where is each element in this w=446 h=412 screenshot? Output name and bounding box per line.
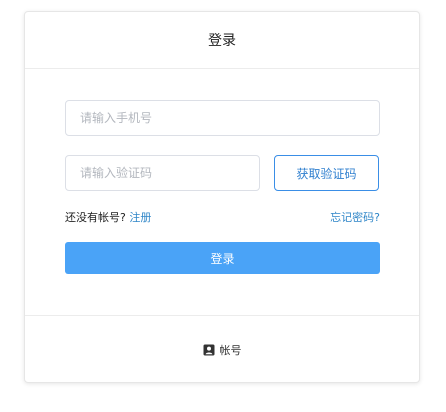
forgot-password-link[interactable]: 忘记密码? (330, 209, 380, 225)
page-title: 登录 (208, 33, 236, 49)
links-row: 还没有帐号? 注册 忘记密码? (65, 209, 380, 225)
card-header: 登录 (25, 12, 419, 69)
register-link[interactable]: 注册 (129, 211, 151, 224)
phone-input[interactable] (65, 100, 380, 136)
get-code-button[interactable]: 获取验证码 (274, 155, 379, 191)
register-prompt: 还没有帐号? 注册 (65, 209, 151, 225)
no-account-text: 还没有帐号? (65, 211, 126, 224)
account-icon (203, 344, 214, 356)
card-footer: 帐号 (25, 315, 419, 384)
account-login-option[interactable]: 帐号 (203, 342, 242, 358)
verification-code-input[interactable] (65, 155, 260, 191)
login-card: 登录 获取验证码 还没有帐号? 注册 忘记密码? 登录 帐号 (24, 11, 420, 383)
account-label: 帐号 (219, 344, 242, 357)
login-button[interactable]: 登录 (65, 242, 380, 274)
